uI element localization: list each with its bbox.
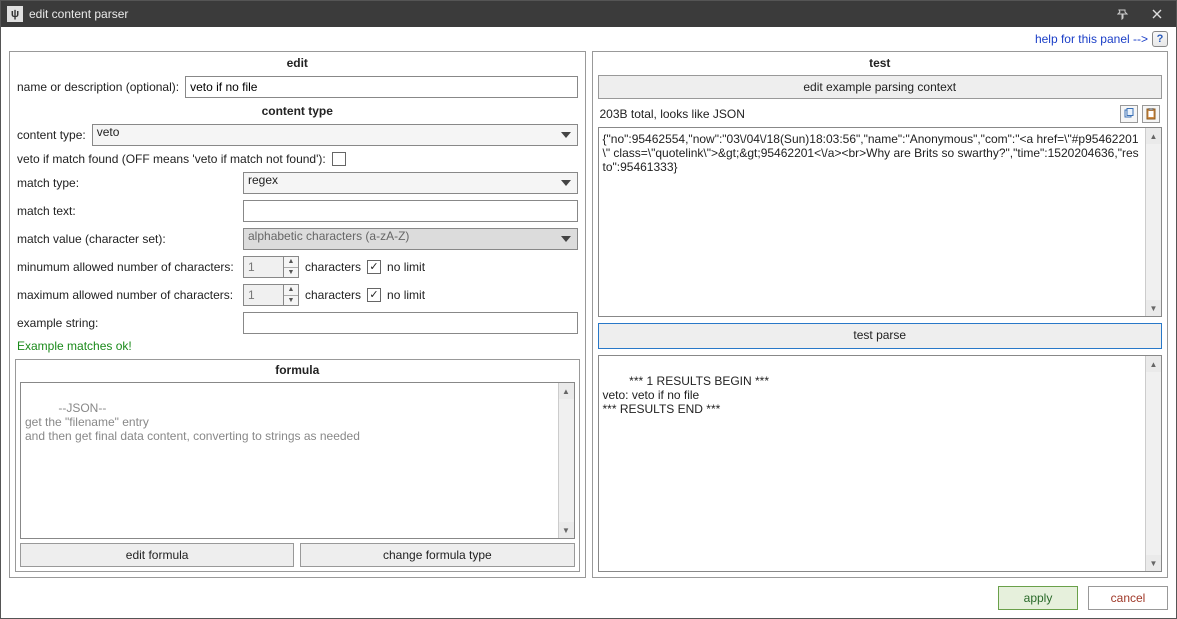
window-title: edit content parser	[29, 7, 1104, 21]
test-panel: test edit example parsing context 203B t…	[592, 51, 1169, 578]
content-type-select[interactable]: veto	[92, 124, 578, 146]
max-chars-label: maximum allowed number of characters:	[17, 288, 237, 302]
edit-panel: edit name or description (optional): con…	[9, 51, 586, 578]
min-chars-spinner[interactable]: ▲▼	[243, 256, 299, 278]
match-text-input[interactable]	[243, 200, 578, 222]
name-input[interactable]	[185, 76, 577, 98]
min-no-limit-checkbox[interactable]: ✓	[367, 260, 381, 274]
chevron-up-icon[interactable]: ▲	[284, 257, 298, 268]
veto-toggle-checkbox[interactable]	[332, 152, 346, 166]
help-link[interactable]: help for this panel -->	[1035, 32, 1148, 46]
results-area[interactable]: *** 1 RESULTS BEGIN *** veto: veto if no…	[598, 355, 1163, 572]
max-no-limit-label: no limit	[387, 288, 425, 302]
max-chars-unit: characters	[305, 288, 361, 302]
help-icon[interactable]: ?	[1152, 31, 1168, 47]
formula-title: formula	[16, 360, 579, 380]
formula-panel: formula --JSON-- get the "filename" entr…	[15, 359, 580, 572]
example-string-label: example string:	[17, 316, 237, 330]
match-value-select: alphabetic characters (a-zA-Z)	[243, 228, 578, 250]
veto-toggle-label: veto if match found (OFF means 'veto if …	[17, 152, 326, 166]
cancel-button[interactable]: cancel	[1088, 586, 1168, 610]
content-type-title: content type	[11, 101, 584, 121]
chevron-up-icon[interactable]: ▲	[284, 285, 298, 296]
min-chars-unit: characters	[305, 260, 361, 274]
match-type-label: match type:	[17, 176, 237, 190]
chevron-down-icon[interactable]: ▼	[284, 268, 298, 278]
match-type-select[interactable]: regex	[243, 172, 578, 194]
edit-title: edit	[11, 53, 584, 73]
test-title: test	[594, 53, 1167, 73]
content-type-label: content type:	[17, 128, 86, 142]
app-icon: ψ	[7, 6, 23, 22]
formula-body[interactable]: --JSON-- get the "filename" entry and th…	[20, 382, 575, 539]
edit-context-button[interactable]: edit example parsing context	[598, 75, 1163, 99]
match-text-label: match text:	[17, 204, 237, 218]
edit-formula-button[interactable]: edit formula	[20, 543, 294, 567]
scroll-down-icon[interactable]: ▼	[559, 522, 574, 538]
change-formula-type-button[interactable]: change formula type	[300, 543, 574, 567]
sample-text-area[interactable]: {"no":95462554,"now":"03\/04\/18(Sun)18:…	[598, 127, 1163, 317]
paste-icon[interactable]	[1142, 105, 1160, 123]
name-label: name or description (optional):	[17, 80, 179, 94]
apply-button[interactable]: apply	[998, 586, 1078, 610]
max-chars-spinner[interactable]: ▲▼	[243, 284, 299, 306]
scroll-up-icon[interactable]: ▲	[1146, 356, 1161, 372]
scroll-up-icon[interactable]: ▲	[1146, 128, 1161, 144]
test-parse-button[interactable]: test parse	[598, 323, 1163, 349]
min-no-limit-label: no limit	[387, 260, 425, 274]
max-no-limit-checkbox[interactable]: ✓	[367, 288, 381, 302]
chevron-down-icon[interactable]: ▼	[284, 296, 298, 306]
test-status: 203B total, looks like JSON	[600, 107, 745, 121]
close-button[interactable]	[1142, 4, 1172, 24]
pin-button[interactable]	[1108, 4, 1138, 24]
scroll-down-icon[interactable]: ▼	[1146, 555, 1161, 571]
example-string-input[interactable]	[243, 312, 578, 334]
min-chars-label: minumum allowed number of characters:	[17, 260, 237, 274]
scroll-down-icon[interactable]: ▼	[1146, 300, 1161, 316]
scroll-up-icon[interactable]: ▲	[559, 383, 574, 399]
copy-icon[interactable]	[1120, 105, 1138, 123]
match-value-label: match value (character set):	[17, 232, 237, 246]
example-result: Example matches ok!	[11, 337, 584, 359]
